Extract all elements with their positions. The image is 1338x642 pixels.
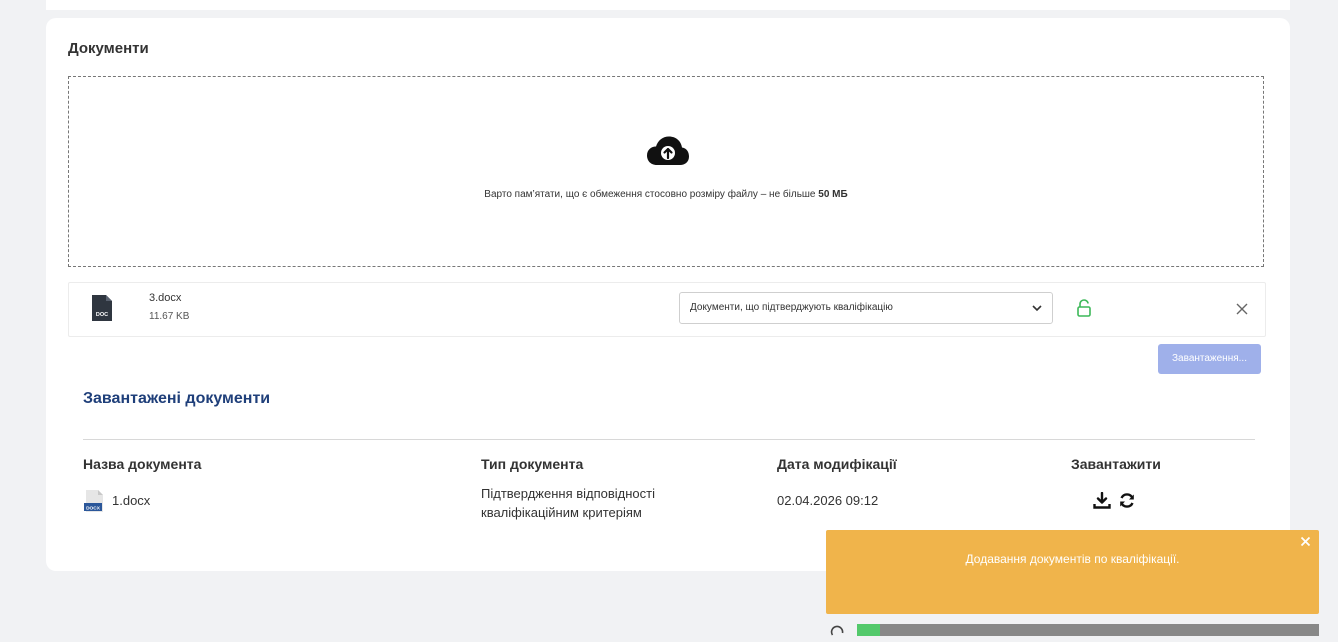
doc-file-icon: DOC (92, 295, 112, 321)
pending-file-row: DOC 3.docx 11.67 KB Документи, що підтве… (68, 282, 1266, 337)
chevron-down-icon (1032, 305, 1042, 312)
column-header-name: Назва документа (83, 456, 202, 472)
progress-fill (857, 624, 881, 636)
column-header-type: Тип документа (481, 456, 584, 472)
pending-file-size: 11.67 KB (149, 311, 190, 322)
remove-file-icon[interactable] (1235, 302, 1249, 316)
upload-progress (830, 622, 1320, 642)
toast-message: Додавання документів по кваліфікації. (965, 552, 1180, 566)
cloud-upload-icon (647, 136, 689, 165)
column-header-download: Завантажити (1071, 456, 1161, 472)
file-size-note-text: Варто пам’ятати, що є обмеження стосовно… (484, 189, 819, 200)
spinner-icon (830, 625, 844, 636)
uploaded-doc-name[interactable]: 1.docx (112, 493, 150, 508)
uploaded-doc-type: Підтвердження відповідності кваліфікацій… (481, 484, 655, 522)
download-icon[interactable] (1093, 492, 1111, 509)
document-type-selected: Документи, що підтверджують кваліфікацію (690, 302, 893, 313)
documents-card: Документи Варто пам’ятати, що є обмеженн… (46, 18, 1290, 571)
column-header-date: Дата модифікації (777, 456, 897, 472)
toast-close-icon[interactable] (1300, 536, 1311, 547)
uploaded-documents-title: Завантажені документи (83, 390, 271, 407)
unlocked-lock-icon[interactable] (1076, 299, 1092, 317)
uploaded-doc-type-line1: Підтвердження відповідності (481, 486, 655, 501)
docx-file-icon: DOCX (84, 490, 103, 512)
top-strip (46, 0, 1290, 10)
doc-file-icon-label: DOC (96, 312, 108, 318)
notification-toast: Додавання документів по кваліфікації. (826, 530, 1319, 614)
uploaded-doc-date: 02.04.2026 09:12 (777, 493, 879, 508)
file-size-note: Варто пам’ятати, що є обмеження стосовно… (69, 189, 1263, 200)
table-divider (83, 439, 1255, 440)
documents-title: Документи (68, 40, 149, 57)
refresh-icon[interactable] (1118, 492, 1136, 509)
document-type-select[interactable]: Документи, що підтверджують кваліфікацію (679, 292, 1053, 324)
uploaded-doc-type-line2: кваліфікаційним критеріям (481, 505, 642, 520)
upload-button[interactable]: Завантаження... (1158, 344, 1261, 374)
file-dropzone[interactable]: Варто пам’ятати, що є обмеження стосовно… (68, 76, 1264, 267)
file-size-limit: 50 МБ (818, 189, 848, 200)
pending-file-name: 3.docx (149, 292, 182, 304)
progress-track (857, 624, 1319, 636)
docx-file-icon-label: DOCX (86, 505, 101, 511)
